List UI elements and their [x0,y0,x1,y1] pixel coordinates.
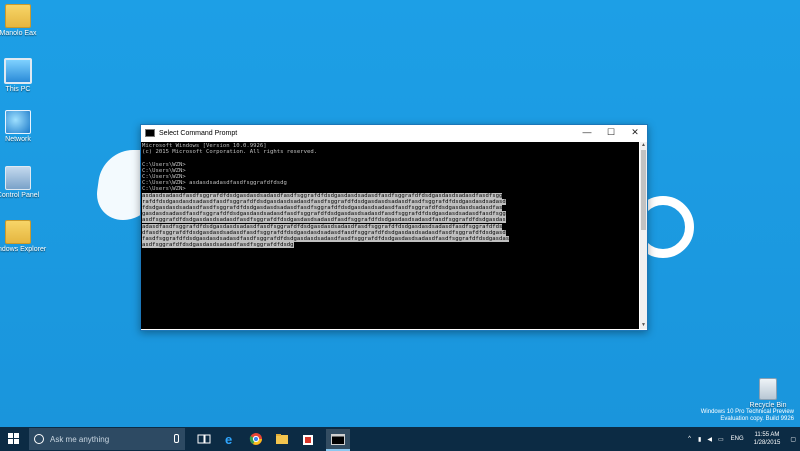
file-explorer-icon [276,434,288,444]
microphone-icon[interactable] [174,434,179,443]
input-language[interactable]: ENG [731,436,744,442]
scrollbar-thumb[interactable] [641,150,646,230]
desktop-icon-user-folder[interactable]: Manolo Eax [0,4,48,38]
scroll-down-icon[interactable]: ▼ [640,322,647,329]
desktop-icon-label: Control Panel [0,192,40,199]
command-prompt-icon [331,433,345,445]
maximize-button[interactable]: ☐ [599,125,623,141]
desktop-icon-label: Windows Explorer [0,246,47,253]
folder-icon [5,220,31,244]
clock-date: 1/28/2015 [753,440,781,446]
show-hidden-icons-icon[interactable]: ^ [688,436,691,442]
desktop-icon-network[interactable]: Network [0,110,48,144]
console-output[interactable]: Microsoft Windows [Version 10.0.9926] (c)… [141,142,639,329]
store-icon [303,435,313,445]
desktop-icon-label: This PC [5,86,31,93]
desktop-icon-this-pc[interactable]: This PC [0,58,48,94]
close-button[interactable]: ✕ [623,125,647,141]
clock[interactable]: 11:55 AM 1/28/2015 [754,431,781,447]
notifications-icon[interactable]: ▢ [790,436,796,443]
taskbar-store[interactable] [296,429,320,449]
command-prompt-icon [145,129,155,137]
volume-icon[interactable]: ◀ [707,436,712,443]
watermark-line: Windows 10 Pro Technical Preview [700,409,794,415]
search-placeholder: Ask me anything [50,434,110,444]
desktop-icon-label: Manolo Eax [0,30,37,37]
taskbar-task-view[interactable] [192,429,216,449]
desktop: Manolo Eax This PC Network Control Panel… [0,0,800,427]
clock-time: 11:55 AM [754,432,780,438]
cortana-icon [34,434,44,444]
control-panel-icon [5,166,31,190]
console-text: Microsoft Windows [Version 10.0.9926] (c)… [141,142,639,249]
evaluation-watermark: Windows 10 Pro Technical Preview Evaluat… [701,409,794,423]
svg-text:e: e [225,432,232,446]
chrome-icon [249,433,262,445]
minimize-button[interactable]: — [575,125,599,141]
recycle-bin-icon [759,378,777,400]
desktop-icon-label: Network [5,136,31,143]
taskbar-chrome[interactable] [244,429,268,449]
network-status-icon[interactable]: ▮ [698,436,701,443]
start-button[interactable] [0,427,28,451]
desktop-icon-windows-explorer[interactable]: Windows Explorer [0,220,48,254]
window-titlebar[interactable]: Select Command Prompt — ☐ ✕ [141,125,647,141]
search-box[interactable]: Ask me anything [29,428,185,450]
vertical-scrollbar[interactable]: ▲ ▼ [640,142,647,329]
taskbar-file-explorer[interactable] [270,429,294,449]
taskbar: Ask me anything e ^ ▮ ◀ ▭ ENG 11:55 AM 1… [0,427,800,451]
command-prompt-window[interactable]: Select Command Prompt — ☐ ✕ Microsoft Wi… [140,124,648,331]
desktop-icon-control-panel[interactable]: Control Panel [0,166,48,200]
taskbar-internet-explorer[interactable]: e [218,429,242,449]
desktop-icon-recycle-bin[interactable]: Recycle Bin [738,378,798,410]
computer-icon [4,58,32,84]
action-center-icon[interactable]: ▭ [718,436,724,443]
window-title: Select Command Prompt [159,129,238,137]
internet-explorer-icon: e [225,432,232,446]
network-icon [5,110,31,134]
task-view-icon [197,434,211,444]
folder-icon [5,4,31,28]
windows-logo-icon [8,433,20,445]
watermark-line: Evaluation copy. Build 9926 [720,416,794,422]
taskbar-command-prompt[interactable] [326,429,350,451]
console-selected-line: asdfsggrafdfdsdgasdasdsadasdfasdfsggrafd… [142,242,294,249]
system-tray: ^ ▮ ◀ ▭ ENG 11:55 AM 1/28/2015 ▢ [684,427,800,451]
scroll-up-icon[interactable]: ▲ [640,142,647,149]
